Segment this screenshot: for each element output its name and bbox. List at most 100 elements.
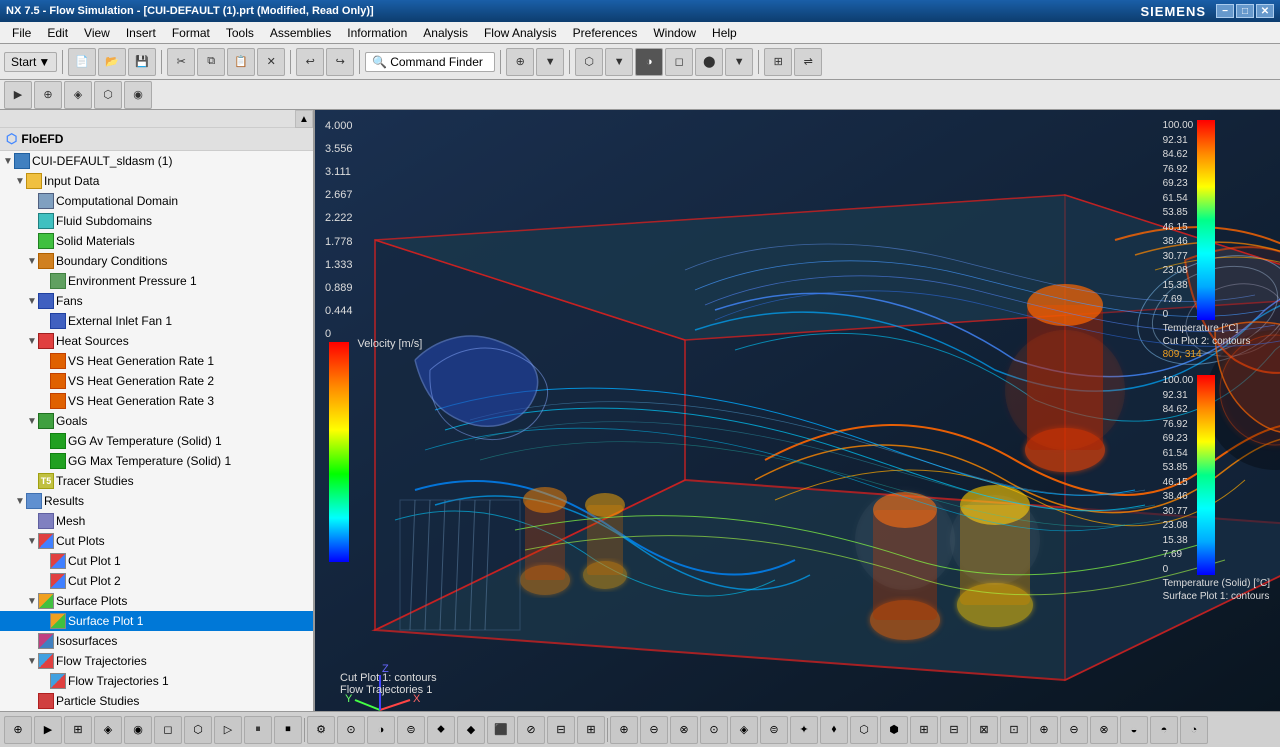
view-orient-button[interactable]: ⊞ xyxy=(764,48,792,76)
surface-plots-expand[interactable]: ▼ xyxy=(26,596,38,607)
bt-btn35[interactable]: ⊕ xyxy=(1030,716,1058,744)
tree-flow-traj[interactable]: ▼ Flow Trajectories xyxy=(0,651,313,671)
bt-btn4[interactable]: ◈ xyxy=(94,716,122,744)
menu-assemblies[interactable]: Assemblies xyxy=(262,24,339,42)
bt-btn27[interactable]: ✦ xyxy=(790,716,818,744)
bt-btn2[interactable]: ▶ xyxy=(34,716,62,744)
bt-btn18[interactable]: ⊘ xyxy=(517,716,545,744)
tree-env-pressure[interactable]: Environment Pressure 1 xyxy=(0,271,313,291)
goals-expand[interactable]: ▼ xyxy=(26,416,38,427)
bt-btn12[interactable]: ⊙ xyxy=(337,716,365,744)
command-finder[interactable]: 🔍 Command Finder xyxy=(365,52,495,72)
bt-btn25[interactable]: ◈ xyxy=(730,716,758,744)
maximize-button[interactable]: □ xyxy=(1236,4,1254,18)
results-expand[interactable]: ▼ xyxy=(14,496,26,507)
save-button[interactable]: 💾 xyxy=(128,48,156,76)
input-data-expand[interactable]: ▼ xyxy=(14,176,26,187)
tree-flow-traj1[interactable]: Flow Trajectories 1 xyxy=(0,671,313,691)
window-controls[interactable]: − □ ✕ xyxy=(1216,4,1274,18)
view3d-button[interactable]: ⬡ xyxy=(575,48,603,76)
snap-button[interactable]: ⊕ xyxy=(506,48,534,76)
menu-window[interactable]: Window xyxy=(645,24,704,42)
tree-input-data[interactable]: ▼ Input Data xyxy=(0,171,313,191)
minimize-button[interactable]: − xyxy=(1216,4,1234,18)
bt-btn33[interactable]: ⊠ xyxy=(970,716,998,744)
bt-btn21[interactable]: ⊕ xyxy=(610,716,638,744)
bt-btn34[interactable]: ⊡ xyxy=(1000,716,1028,744)
bt-btn17[interactable]: ⬛ xyxy=(487,716,515,744)
delete-button[interactable]: ✕ xyxy=(257,48,285,76)
root-expand[interactable]: ▼ xyxy=(2,156,14,167)
bt-btn16[interactable]: ◆ xyxy=(457,716,485,744)
bt-btn30[interactable]: ⬢ xyxy=(880,716,908,744)
boundary-expand[interactable]: ▼ xyxy=(26,256,38,267)
menu-flow-analysis[interactable]: Flow Analysis xyxy=(476,24,565,42)
bt-btn23[interactable]: ⊗ xyxy=(670,716,698,744)
menu-edit[interactable]: Edit xyxy=(39,24,76,42)
bt-btn8[interactable]: ▷ xyxy=(214,716,242,744)
tree-cut-plot2[interactable]: Cut Plot 2 xyxy=(0,571,313,591)
bt-btn38[interactable]: ◒ xyxy=(1120,716,1148,744)
open-button[interactable]: 📂 xyxy=(98,48,126,76)
tree-root[interactable]: ▼ CUI-DEFAULT_sldasm (1) xyxy=(0,151,313,171)
scroll-up-arrow[interactable]: ▲ xyxy=(295,110,313,128)
tree-boundary[interactable]: ▼ Boundary Conditions xyxy=(0,251,313,271)
bt-btn31[interactable]: ⊞ xyxy=(910,716,938,744)
bt-btn37[interactable]: ⊗ xyxy=(1090,716,1118,744)
tree-isosurfaces[interactable]: Isosurfaces xyxy=(0,631,313,651)
bt-btn36[interactable]: ⊖ xyxy=(1060,716,1088,744)
tree-tracer[interactable]: T5 Tracer Studies xyxy=(0,471,313,491)
bt-btn10[interactable]: ⏹ xyxy=(274,716,302,744)
menu-view[interactable]: View xyxy=(76,24,118,42)
new-button[interactable]: 📄 xyxy=(68,48,96,76)
bt-btn39[interactable]: ◓ xyxy=(1150,716,1178,744)
shading-button[interactable]: ◑ xyxy=(635,48,663,76)
tree-gg-max[interactable]: GG Max Temperature (Solid) 1 xyxy=(0,451,313,471)
bt-btn40[interactable]: ◔ xyxy=(1180,716,1208,744)
cut-button[interactable]: ✂ xyxy=(167,48,195,76)
tree-cut-plots[interactable]: ▼ Cut Plots xyxy=(0,531,313,551)
tree-solid-mat[interactable]: Solid Materials xyxy=(0,231,313,251)
heat-sources-expand[interactable]: ▼ xyxy=(26,336,38,347)
bt-btn32[interactable]: ⊟ xyxy=(940,716,968,744)
bt-btn22[interactable]: ⊖ xyxy=(640,716,668,744)
bt-btn24[interactable]: ⊙ xyxy=(700,716,728,744)
tree-fluid-sub[interactable]: Fluid Subdomains xyxy=(0,211,313,231)
bt-btn11[interactable]: ⚙ xyxy=(307,716,335,744)
menu-help[interactable]: Help xyxy=(704,24,745,42)
tree-vs-heat3[interactable]: VS Heat Generation Rate 3 xyxy=(0,391,313,411)
redo-button[interactable]: ↪ xyxy=(326,48,354,76)
bt-btn5[interactable]: ◉ xyxy=(124,716,152,744)
tree-surface-plot1[interactable]: Surface Plot 1 xyxy=(0,611,313,631)
tree-surface-plots[interactable]: ▼ Surface Plots xyxy=(0,591,313,611)
tree-fans[interactable]: ▼ Fans xyxy=(0,291,313,311)
render2-button[interactable]: ▼ xyxy=(725,48,753,76)
tree-cut-plot1[interactable]: Cut Plot 1 xyxy=(0,551,313,571)
viewport[interactable]: X Y Z 4.000 3.556 3.111 2.667 2.222 1.77… xyxy=(315,110,1280,711)
flow-traj-expand[interactable]: ▼ xyxy=(26,656,38,667)
cut-plots-expand[interactable]: ▼ xyxy=(26,536,38,547)
bt-btn9[interactable]: ⏸ xyxy=(244,716,272,744)
snap2-button[interactable]: ▼ xyxy=(536,48,564,76)
tb2-btn3[interactable]: ◈ xyxy=(64,81,92,109)
start-button[interactable]: Start ▼ xyxy=(4,52,57,72)
bt-btn29[interactable]: ⬡ xyxy=(850,716,878,744)
view-sync-button[interactable]: ⇌ xyxy=(794,48,822,76)
fans-expand[interactable]: ▼ xyxy=(26,296,38,307)
menu-file[interactable]: File xyxy=(4,24,39,42)
tree-vs-heat2[interactable]: VS Heat Generation Rate 2 xyxy=(0,371,313,391)
bt-btn28[interactable]: ⬧ xyxy=(820,716,848,744)
tree-gg-av[interactable]: GG Av Temperature (Solid) 1 xyxy=(0,431,313,451)
tree-ext-fan[interactable]: External Inlet Fan 1 xyxy=(0,311,313,331)
bt-btn6[interactable]: ◻ xyxy=(154,716,182,744)
view3d2-button[interactable]: ▼ xyxy=(605,48,633,76)
tb2-btn5[interactable]: ◉ xyxy=(124,81,152,109)
bt-btn14[interactable]: ⊜ xyxy=(397,716,425,744)
menu-format[interactable]: Format xyxy=(164,24,218,42)
tree-mesh[interactable]: Mesh xyxy=(0,511,313,531)
tree-view[interactable]: ▼ CUI-DEFAULT_sldasm (1) ▼ Input Data Co… xyxy=(0,151,313,711)
menu-analysis[interactable]: Analysis xyxy=(415,24,476,42)
wire-button[interactable]: ◻ xyxy=(665,48,693,76)
tree-heat-sources[interactable]: ▼ Heat Sources xyxy=(0,331,313,351)
tree-goals[interactable]: ▼ Goals xyxy=(0,411,313,431)
